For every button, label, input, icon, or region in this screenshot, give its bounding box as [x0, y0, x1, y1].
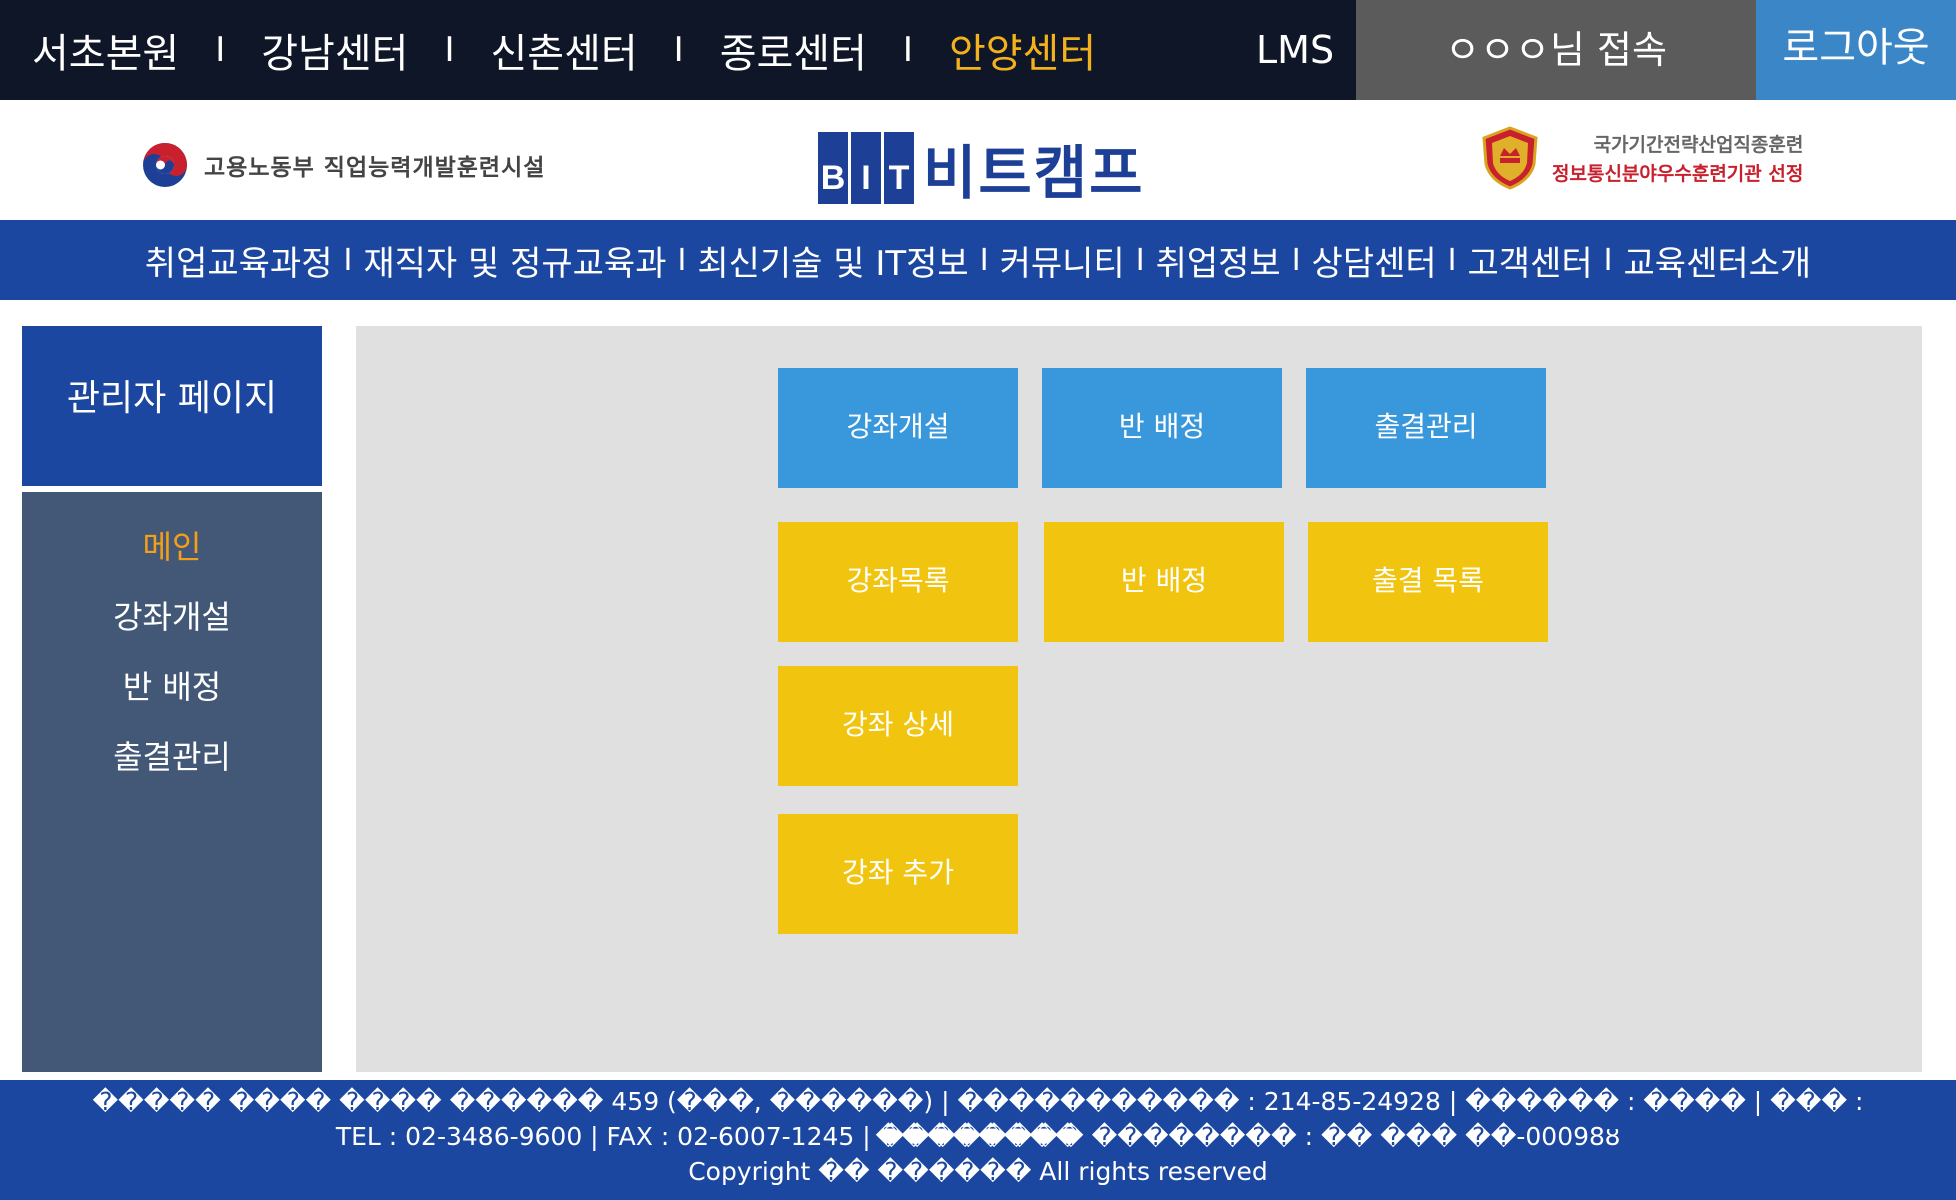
nav-separator: I	[1291, 242, 1301, 278]
gov-logo[interactable]: 고용노동부 직업능력개발훈련시설	[142, 142, 545, 188]
tile-course-detail[interactable]: 강좌 상세	[778, 666, 1018, 786]
top-bar: 서초본원 I 강남센터 I 신촌센터 I 종로센터 I 안양센터 LMS ㅇㅇㅇ…	[0, 0, 1956, 100]
center-link-seocho[interactable]: 서초본원	[32, 21, 179, 79]
award-line-1: 국가기간전략산업직종훈련	[1593, 134, 1804, 156]
center-link-gangnam[interactable]: 강남센터	[261, 21, 408, 79]
sidebar-item-attendance[interactable]: 출결관리	[22, 740, 322, 810]
tile-class-assign-list[interactable]: 반 배정	[1044, 522, 1284, 642]
sidebar-menu: 메인 강좌개설 반 배정 출결관리	[22, 492, 322, 1072]
lms-link[interactable]: LMS	[1256, 0, 1334, 100]
gov-logo-text: 고용노동부 직업능력개발훈련시설	[204, 155, 546, 181]
bit-letter-blocks: B I T	[818, 132, 917, 204]
sidebar-item-main[interactable]: 메인	[22, 530, 322, 600]
nav-item-about[interactable]: 교육센터소개	[1624, 236, 1812, 285]
shield-award-icon	[1482, 126, 1538, 190]
center-separator: I	[444, 30, 455, 70]
tile-class-assign[interactable]: 반 배정	[1042, 368, 1282, 488]
center-separator: I	[673, 30, 684, 70]
nav-item-regular-courses[interactable]: 재직자 및 정규교육과	[363, 236, 666, 285]
taegeuk-emblem-icon	[143, 143, 187, 187]
nav-separator: I	[1603, 242, 1613, 278]
bitcamp-name: 비트캠프	[923, 139, 1145, 207]
nav-item-employment-courses[interactable]: 취업교육과정	[145, 236, 333, 285]
nav-item-customer-center[interactable]: 고객센터	[1468, 236, 1593, 285]
sidebar-item-open-course[interactable]: 강좌개설	[22, 600, 322, 670]
award-badge: 국가기간전략산업직종훈련 정보통신분야우수훈련기관 선정	[1480, 126, 1803, 190]
logout-button[interactable]: 로그아웃	[1756, 0, 1956, 100]
tile-attendance-manage[interactable]: 출결관리	[1306, 368, 1546, 488]
nav-separator: I	[1135, 242, 1145, 278]
nav-item-job-info[interactable]: 취업정보	[1156, 236, 1281, 285]
main-content: 강좌개설 반 배정 출결관리 강좌목록 반 배정 출결 목록 강좌 상세 강좌 …	[356, 326, 1922, 1072]
award-text: 국가기간전략산업직종훈련 정보통신분야우수훈련기관 선정	[1552, 130, 1803, 186]
bit-letter: I	[851, 132, 881, 204]
bit-letter: B	[818, 132, 848, 204]
footer-address: ����� ���� ���� ������ 459 (���, ������)…	[92, 1087, 1864, 1151]
center-link-jongno[interactable]: 종로센터	[720, 21, 867, 79]
nav-separator: I	[1447, 242, 1457, 278]
center-links: 서초본원 I 강남센터 I 신촌센터 I 종로센터 I 안양센터	[32, 0, 1096, 100]
center-separator: I	[215, 30, 226, 70]
bit-letter: T	[884, 132, 914, 204]
nav-item-counseling[interactable]: 상담센터	[1312, 236, 1437, 285]
bitcamp-logo[interactable]: B I T 비트캠프	[818, 126, 1144, 210]
nav-item-tech-info[interactable]: 최신기술 및 IT정보	[697, 236, 968, 285]
footer: ����� ���� ���� ������ 459 (���, ������)…	[0, 1080, 1956, 1200]
nav-separator: I	[343, 242, 353, 278]
center-link-anyang[interactable]: 안양센터	[949, 21, 1096, 79]
center-link-sinchon[interactable]: 신촌센터	[490, 21, 637, 79]
award-line-2: 정보통신분야우수훈련기관 선정	[1552, 163, 1804, 185]
tile-open-course[interactable]: 강좌개설	[778, 368, 1018, 488]
tile-course-add[interactable]: 강좌 추가	[778, 814, 1018, 934]
nav-separator: I	[979, 242, 989, 278]
footer-copyright: Copyright �� ������ All rights reserved	[688, 1157, 1268, 1186]
user-status: ㅇㅇㅇ님 접속	[1356, 0, 1756, 100]
logo-band: 고용노동부 직업능력개발훈련시설 B I T 비트캠프 국가기간전략산업직종훈련…	[0, 100, 1956, 220]
nav-item-community[interactable]: 커뮤니티	[1000, 236, 1125, 285]
tile-attendance-list[interactable]: 출결 목록	[1308, 522, 1548, 642]
center-separator: I	[902, 30, 913, 70]
main-nav: 취업교육과정 I 재직자 및 정규교육과 I 최신기술 및 IT정보 I 커뮤니…	[0, 220, 1956, 300]
sidebar-title: 관리자 페이지	[22, 326, 322, 486]
tile-course-list[interactable]: 강좌목록	[778, 522, 1018, 642]
footer-contact: TEL : 02-3486-9600 | FAX : 02-6007-1245 …	[335, 1122, 1621, 1151]
sidebar-item-class-assign[interactable]: 반 배정	[22, 670, 322, 740]
nav-separator: I	[677, 242, 687, 278]
